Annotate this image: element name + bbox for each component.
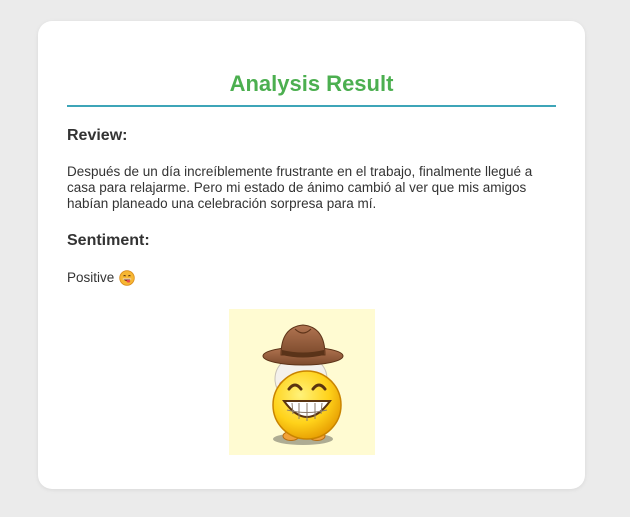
sentiment-heading: Sentiment: xyxy=(67,232,150,249)
sentiment-result: Positive xyxy=(67,269,556,287)
sentiment-value: Positive xyxy=(67,270,115,285)
analysis-result-card: Analysis Result Review: Después de un dí… xyxy=(38,21,585,489)
page-title: Analysis Result xyxy=(229,71,394,96)
cowboy-hat-grinning-emoji-icon xyxy=(262,324,344,445)
review-text: Después de un día increíblemente frustra… xyxy=(67,164,533,211)
review-heading: Review: xyxy=(67,127,128,144)
title-divider xyxy=(67,105,556,107)
sentiment-illustration xyxy=(229,309,375,455)
grinning-tongue-emoji-icon xyxy=(119,270,135,286)
